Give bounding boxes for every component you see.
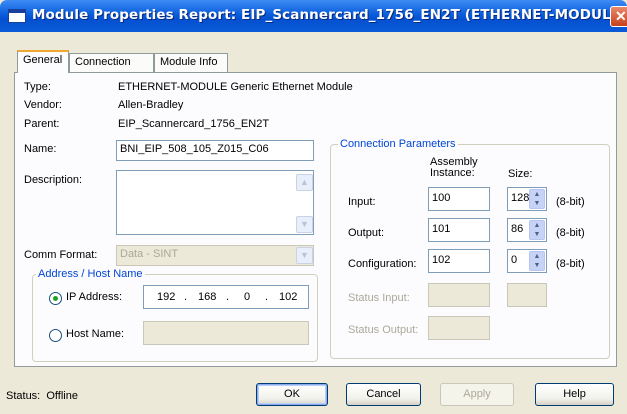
comm-format-value: Data - SINT	[120, 248, 179, 260]
apply-button[interactable]: Apply	[440, 383, 514, 406]
output-label: Output:	[348, 227, 385, 239]
output-size-unit: (8-bit)	[556, 227, 585, 239]
input-instance-field[interactable]: 100	[428, 187, 490, 211]
ip-octet-4: 102	[279, 291, 298, 303]
tab-general-label: General	[23, 54, 63, 66]
ip-address-input[interactable]: 192 . 168 . 0 . 102	[143, 285, 309, 309]
tab-connection-label: Connection	[75, 56, 131, 68]
tab-connection[interactable]: Connection	[69, 53, 154, 72]
description-label: Description:	[24, 174, 83, 186]
configuration-label: Configuration:	[348, 258, 417, 270]
host-name-radio[interactable]	[49, 329, 62, 342]
type-value: ETHERNET-MODULE Generic Ethernet Module	[118, 81, 353, 93]
vendor-label: Vendor:	[24, 99, 62, 111]
tab-module-info-label: Module Info	[160, 56, 218, 68]
col-size: Size:	[508, 168, 533, 180]
tab-general[interactable]: General	[17, 50, 69, 73]
ip-separator-1: .	[184, 291, 188, 303]
spin-down-icon[interactable]: ▼	[530, 261, 544, 270]
status-output-label: Status Output:	[348, 324, 419, 336]
tab-module-info[interactable]: Module Info	[154, 53, 228, 72]
status-output-instance-field[interactable]	[428, 316, 490, 340]
parent-value: EIP_Scannercard_1756_EN2T	[118, 118, 270, 130]
comm-format-label: Comm Format:	[24, 249, 98, 261]
ip-address-label: IP Address:	[66, 291, 123, 303]
name-label: Name:	[24, 143, 57, 155]
close-icon: ✕	[615, 8, 627, 24]
connection-parameters-title: Connection Parameters	[338, 138, 458, 150]
parent-label: Parent:	[24, 118, 60, 130]
scroll-down-icon[interactable]: ▼	[296, 216, 313, 233]
type-label: Type:	[24, 81, 51, 93]
ip-address-radio[interactable]	[49, 292, 62, 305]
configuration-instance-field[interactable]: 102	[428, 249, 490, 273]
vendor-value: Allen-Bradley	[118, 99, 184, 111]
description-textarea[interactable]	[116, 170, 314, 235]
host-name-input[interactable]	[143, 321, 309, 345]
status-input-size-field[interactable]	[507, 283, 547, 307]
comm-format-select[interactable]: Data - SINT	[116, 245, 314, 266]
input-size-unit: (8-bit)	[556, 196, 585, 208]
configuration-size-spinner[interactable]: ▲ ▼	[529, 251, 545, 271]
spin-up-icon[interactable]: ▲	[530, 190, 544, 199]
spin-down-icon[interactable]: ▼	[530, 230, 544, 239]
spin-up-icon[interactable]: ▲	[530, 221, 544, 230]
dropdown-arrow-icon[interactable]: ▼	[296, 247, 313, 264]
input-size-spinner[interactable]: ▲ ▼	[529, 189, 545, 209]
input-label: Input:	[348, 196, 376, 208]
ip-octet-3: 0	[244, 291, 251, 303]
scroll-up-icon[interactable]: ▲	[296, 174, 313, 191]
output-instance-field[interactable]: 101	[428, 218, 490, 242]
output-size-spinner[interactable]: ▲ ▼	[529, 220, 545, 240]
spin-down-icon[interactable]: ▼	[530, 199, 544, 208]
address-group-title: Address / Host Name	[36, 268, 145, 280]
name-input[interactable]: BNI_EIP_508_105_Z015_C06	[116, 140, 314, 161]
configuration-size-unit: (8-bit)	[556, 258, 585, 270]
col-assembly-instance: Assembly Instance:	[430, 156, 478, 179]
close-button[interactable]: ✕	[610, 6, 627, 27]
radio-selected-dot	[53, 296, 58, 301]
status-input-label: Status Input:	[348, 292, 410, 304]
ip-separator-2: .	[226, 291, 230, 303]
ok-button[interactable]: OK	[256, 383, 328, 406]
help-button[interactable]: Help	[535, 383, 614, 406]
host-name-label: Host Name:	[66, 328, 125, 340]
status-input-instance-field[interactable]	[428, 283, 490, 307]
window-title: Module Properties Report: EIP_Scannercar…	[32, 7, 627, 23]
cancel-button[interactable]: Cancel	[346, 383, 421, 406]
ip-separator-3: .	[265, 291, 269, 303]
ip-octet-1: 192	[157, 291, 176, 303]
status-text: Status: Offline	[6, 390, 78, 402]
window-icon	[8, 9, 26, 23]
spin-up-icon[interactable]: ▲	[530, 252, 544, 261]
ip-octet-2: 168	[198, 291, 217, 303]
